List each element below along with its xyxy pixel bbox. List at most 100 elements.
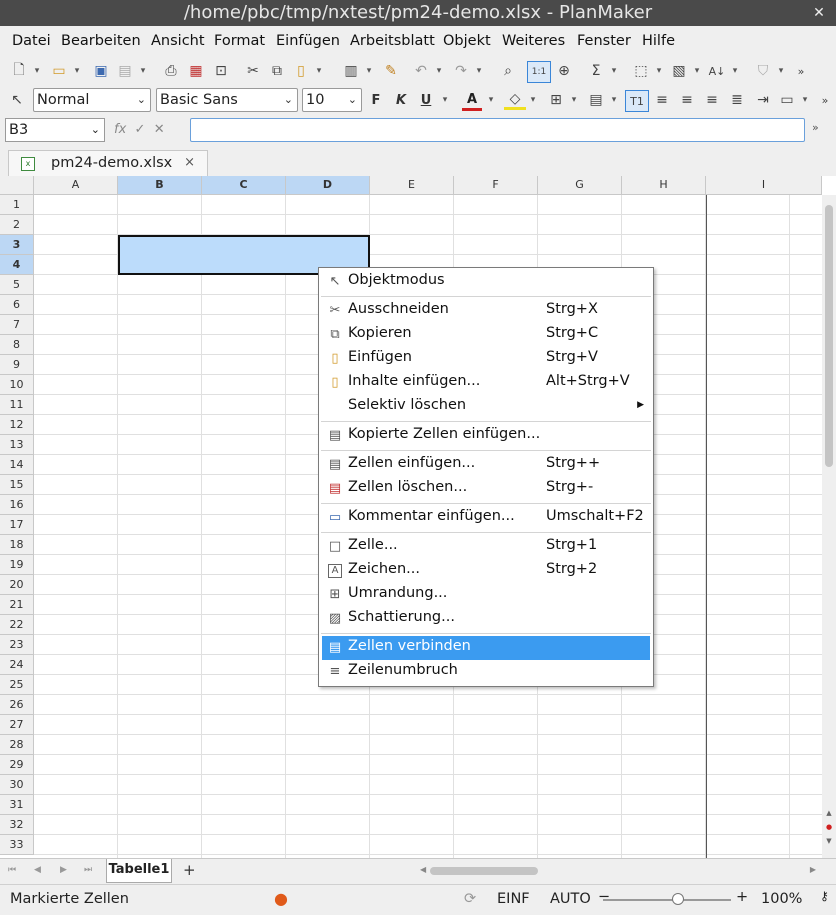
row-header-15[interactable]: 15 <box>0 475 34 495</box>
text-color-dropdown-icon[interactable]: ▾ <box>486 90 496 110</box>
menu-item-kopieren[interactable]: ⧉ Kopieren Strg+C <box>322 323 650 347</box>
open-folder-icon[interactable]: ▭ <box>48 61 70 81</box>
protect-icon[interactable]: ⛉ <box>752 61 774 81</box>
row-header-13[interactable]: 13 <box>0 435 34 455</box>
text-tab-icon[interactable]: T1 <box>625 90 649 112</box>
open-dropdown-icon[interactable]: ▾ <box>72 61 82 81</box>
justify-icon[interactable]: ≣ <box>726 90 748 110</box>
vertical-scroll-thumb[interactable] <box>825 205 833 467</box>
horizontal-scroll-thumb[interactable] <box>430 867 538 875</box>
row-header-9[interactable]: 9 <box>0 355 34 375</box>
row-header-7[interactable]: 7 <box>0 315 34 335</box>
menu-bearbeiten[interactable]: Bearbeiten <box>61 33 141 49</box>
function-icon[interactable]: fx <box>114 122 126 137</box>
zoom-100-icon[interactable]: 1:1 <box>527 61 551 83</box>
row-header-5[interactable]: 5 <box>0 275 34 295</box>
row-header-2[interactable]: 2 <box>0 215 34 235</box>
toolbar-overflow-icon[interactable]: » <box>790 61 812 81</box>
sum-dropdown-icon[interactable]: ▾ <box>609 61 619 81</box>
row-header-33[interactable]: 33 <box>0 835 34 855</box>
row-header-1[interactable]: 1 <box>0 195 34 215</box>
sort-dropdown-icon[interactable]: ▾ <box>730 61 740 81</box>
zoom-icon[interactable]: ⊕ <box>553 61 575 81</box>
menu-item-objektmodus[interactable]: ↖ Objektmodus <box>322 270 650 294</box>
row-header-14[interactable]: 14 <box>0 455 34 475</box>
protect-dropdown-icon[interactable]: ▾ <box>776 61 786 81</box>
row-header-20[interactable]: 20 <box>0 575 34 595</box>
vertical-scrollbar[interactable]: ▲ ● ▼ <box>822 195 836 858</box>
align-center-icon[interactable]: ≡ <box>676 90 698 110</box>
column-header-h[interactable]: H <box>622 176 706 195</box>
document-tab[interactable]: x pm24-demo.xlsx × <box>8 150 208 176</box>
resize-grip-icon[interactable]: ⚷ <box>820 889 829 903</box>
undo-dropdown-icon[interactable]: ▾ <box>434 61 444 81</box>
row-header-19[interactable]: 19 <box>0 555 34 575</box>
underline-button[interactable]: U <box>416 90 436 110</box>
bold-button[interactable]: F <box>366 90 386 110</box>
row-header-30[interactable]: 30 <box>0 775 34 795</box>
search-icon[interactable]: ⌕ <box>497 61 519 81</box>
fill-color-icon[interactable]: ◇ <box>504 90 526 110</box>
menu-hilfe[interactable]: Hilfe <box>642 33 675 49</box>
merge-icon[interactable]: ▭ <box>776 90 798 110</box>
menu-item-schattierung[interactable]: ▨ Schattierung... <box>322 607 650 631</box>
window-close-icon[interactable]: ✕ <box>810 4 828 22</box>
confirm-icon[interactable]: ✓ <box>135 122 146 137</box>
cut-icon[interactable]: ✂ <box>242 61 264 81</box>
zoom-in-button[interactable]: + <box>736 889 748 905</box>
redo-icon[interactable]: ↷ <box>450 61 472 81</box>
menu-item-zeichen[interactable]: A Zeichen... Strg+2 <box>322 559 650 583</box>
menu-weiteres[interactable]: Weiteres <box>502 33 565 49</box>
scroll-up-icon[interactable]: ▲ <box>822 807 836 819</box>
column-header-b[interactable]: B <box>118 176 202 195</box>
sheet-tab-tabelle1[interactable]: Tabelle1 <box>106 859 172 883</box>
row-header-24[interactable]: 24 <box>0 655 34 675</box>
menu-item-umrandung[interactable]: ⊞ Umrandung... <box>322 583 650 607</box>
insert-object-dropdown-icon[interactable]: ▾ <box>654 61 664 81</box>
menu-ansicht[interactable]: Ansicht <box>151 33 205 49</box>
borders-icon[interactable]: ⊞ <box>545 90 567 110</box>
row-header-11[interactable]: 11 <box>0 395 34 415</box>
row-header-8[interactable]: 8 <box>0 335 34 355</box>
italic-button[interactable]: K <box>391 90 411 110</box>
print-icon[interactable]: ⎙ <box>160 61 182 81</box>
row-header-17[interactable]: 17 <box>0 515 34 535</box>
insert-object-icon[interactable]: ⬚ <box>630 61 652 81</box>
menu-fenster[interactable]: Fenster <box>577 33 631 49</box>
align-left-icon[interactable]: ≡ <box>651 90 673 110</box>
print-preview-icon[interactable]: ⊡ <box>210 61 232 81</box>
align-right-icon[interactable]: ≡ <box>701 90 723 110</box>
column-header-i[interactable]: I <box>706 176 822 195</box>
column-header-c[interactable]: C <box>202 176 286 195</box>
row-header-22[interactable]: 22 <box>0 615 34 635</box>
row-header-4[interactable]: 4 <box>0 255 34 275</box>
menu-item-kommentar-einfuegen[interactable]: ▭ Kommentar einfügen... Umschalt+F2 <box>322 506 650 530</box>
row-header-32[interactable]: 32 <box>0 815 34 835</box>
row-header-18[interactable]: 18 <box>0 535 34 555</box>
menu-item-zellen-loeschen[interactable]: ▤ Zellen löschen... Strg+- <box>322 477 650 501</box>
scroll-left-icon[interactable]: ◀ <box>420 865 426 874</box>
row-header-21[interactable]: 21 <box>0 595 34 615</box>
menu-item-einfuegen[interactable]: ▯ Einfügen Strg+V <box>322 347 650 371</box>
last-sheet-icon[interactable]: ⏭ <box>84 865 92 875</box>
new-dropdown-icon[interactable]: ▾ <box>32 61 42 81</box>
menu-item-zelle[interactable]: □ Zelle... Strg+1 <box>322 535 650 559</box>
table-icon[interactable]: ▥ <box>340 61 362 81</box>
sort-icon[interactable]: A↓ <box>706 61 728 81</box>
row-header-28[interactable]: 28 <box>0 735 34 755</box>
column-header-a[interactable]: A <box>34 176 118 195</box>
filter-icon[interactable]: ▧ <box>668 61 690 81</box>
filter-dropdown-icon[interactable]: ▾ <box>692 61 702 81</box>
text-color-button[interactable]: A <box>462 90 482 111</box>
merge-dropdown-icon[interactable]: ▾ <box>800 90 810 110</box>
menu-item-zeilenumbruch[interactable]: ≡ Zeilenumbruch <box>322 660 650 684</box>
sum-icon[interactable]: Σ <box>585 61 607 81</box>
indent-icon[interactable]: ⇥ <box>752 90 774 110</box>
formula-input[interactable] <box>190 118 805 142</box>
paste-dropdown-icon[interactable]: ▾ <box>314 61 324 81</box>
menu-item-inhalte-einfuegen[interactable]: ▯ Inhalte einfügen... Alt+Strg+V <box>322 371 650 395</box>
select-all-corner[interactable] <box>0 176 34 195</box>
cell-reference-box[interactable]: B3 ⌄ <box>5 118 105 142</box>
redo-dropdown-icon[interactable]: ▾ <box>474 61 484 81</box>
menu-arbeitsblatt[interactable]: Arbeitsblatt <box>350 33 435 49</box>
